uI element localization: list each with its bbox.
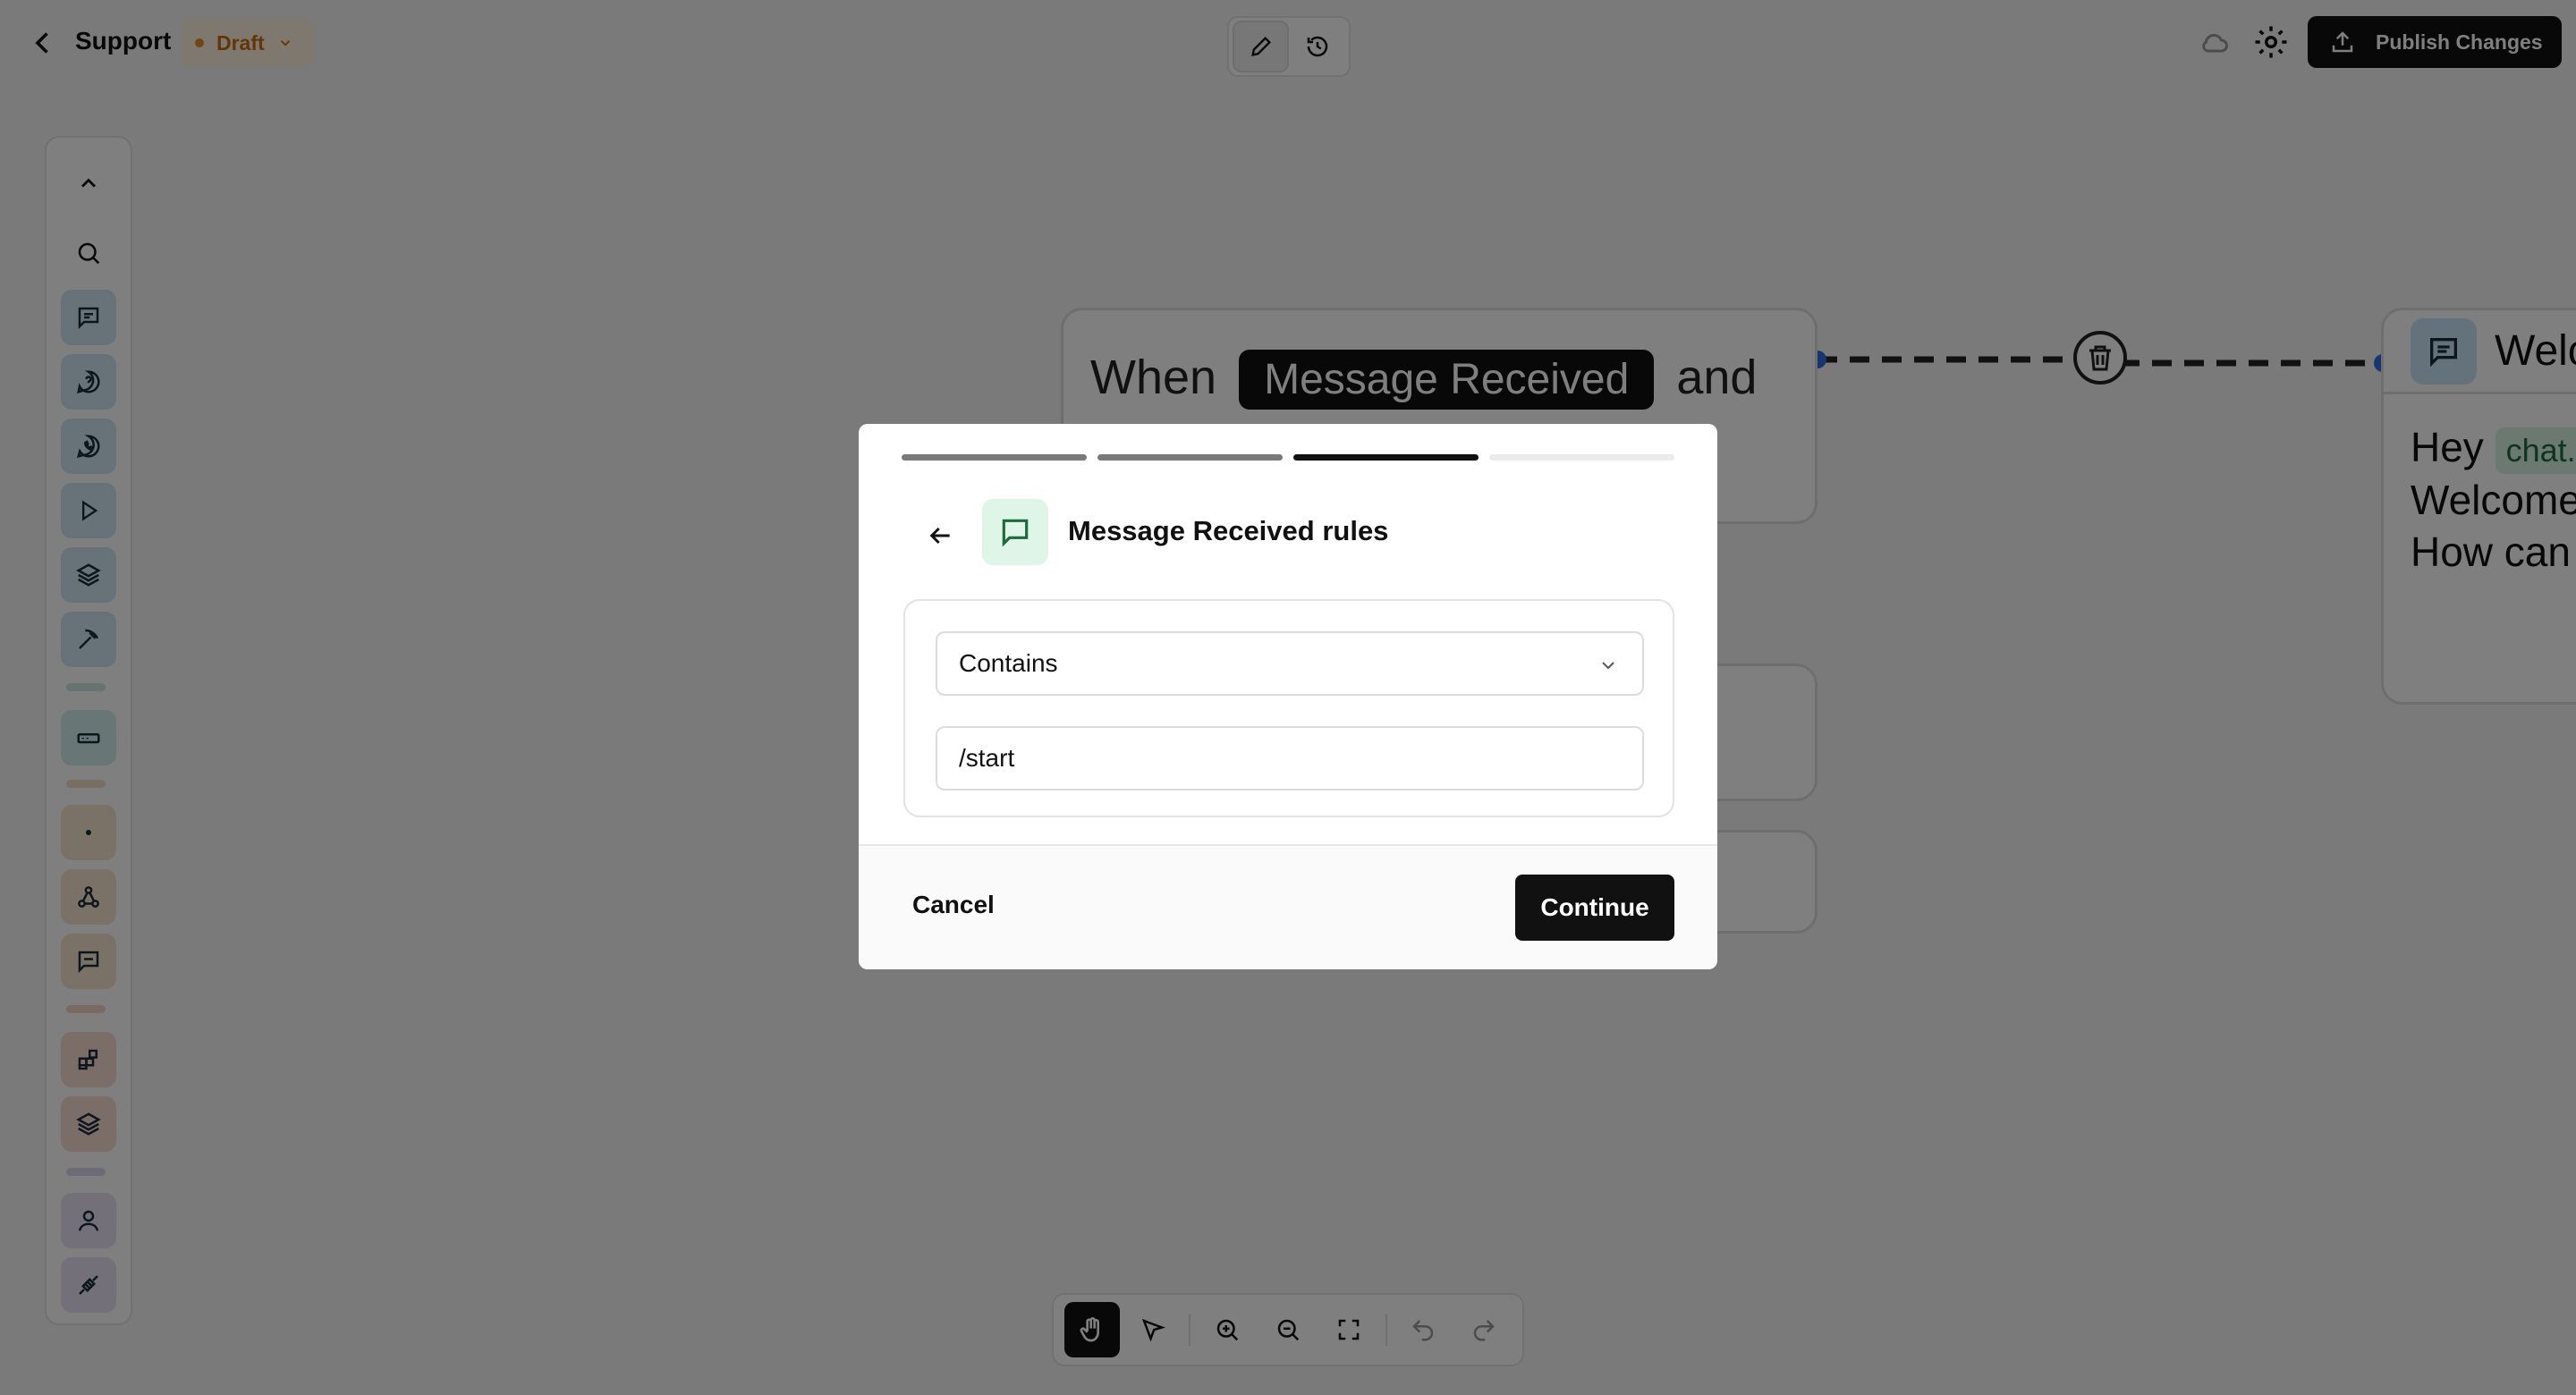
match-value-input[interactable]: [936, 726, 1644, 790]
continue-button[interactable]: Continue: [1515, 875, 1674, 941]
step-progress: [902, 454, 1674, 461]
chevron-down-icon: [1602, 662, 1614, 670]
rules-container: Contains: [903, 599, 1674, 817]
progress-step: [902, 454, 1087, 461]
cancel-button[interactable]: Cancel: [912, 891, 995, 919]
arrow-left-icon: [929, 527, 950, 545]
progress-step: [1489, 454, 1674, 461]
condition-select[interactable]: Contains: [936, 631, 1644, 696]
progress-step: [1293, 454, 1479, 461]
progress-step: [1097, 454, 1283, 461]
message-received-icon: [982, 499, 1048, 565]
condition-select-value: Contains: [959, 649, 1058, 677]
rules-dialog: Message Received rules Contains Cancel C…: [859, 424, 1717, 969]
back-button[interactable]: [912, 508, 968, 563]
dialog-footer: Cancel Continue: [859, 844, 1717, 969]
dialog-title: Message Received rules: [1068, 515, 1389, 546]
